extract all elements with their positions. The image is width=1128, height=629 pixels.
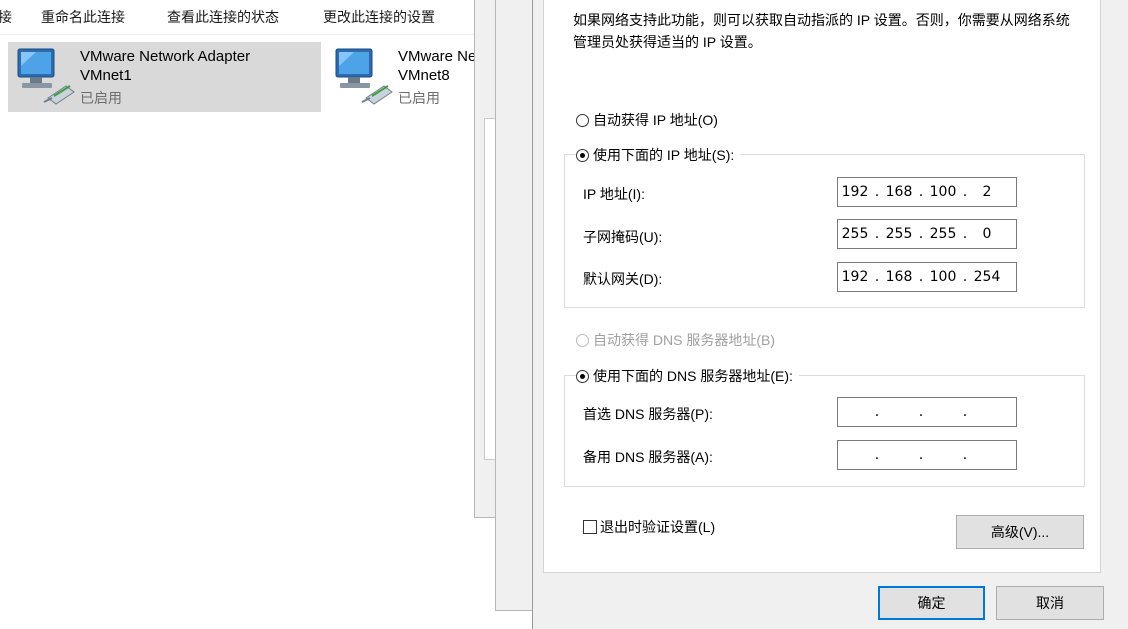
- gateway-label: 默认网关(D):: [583, 271, 663, 287]
- octet-2: 168: [885, 269, 913, 285]
- adapter-name: VMware Ne: [398, 48, 474, 65]
- manual-dns-label: 使用下面的 DNS 服务器地址(E):: [593, 368, 793, 384]
- subnet-mask-input[interactable]: 255. 255. 255. 0: [837, 219, 1017, 249]
- dns-settings-group: [564, 375, 1085, 487]
- adapter-item-vmnet1[interactable]: VMware Network Adapter VMnet1 已启用: [8, 42, 321, 112]
- octet-3: 100: [929, 269, 957, 285]
- adapter-status: 已启用: [80, 90, 122, 106]
- default-gateway-input[interactable]: 192. 168. 100. 254: [837, 262, 1017, 292]
- radio-off-icon: [576, 333, 589, 347]
- octet-4: 2: [982, 184, 992, 200]
- ip-address-label: IP 地址(I):: [583, 186, 645, 202]
- radio-on-icon: [576, 369, 589, 383]
- octet-4: 254: [973, 269, 1001, 285]
- octet-2: 168: [885, 184, 913, 200]
- manual-ip-radio[interactable]: 使用下面的 IP 地址(S):: [576, 145, 741, 165]
- preferred-dns-label: 首选 DNS 服务器(P):: [583, 406, 713, 422]
- checkbox-unchecked-icon: [583, 520, 597, 534]
- preferred-dns-input[interactable]: . . .: [837, 397, 1017, 427]
- auto-dns-label: 自动获得 DNS 服务器地址(B): [593, 332, 775, 348]
- auto-ip-label: 自动获得 IP 地址(O): [593, 112, 718, 128]
- auto-dns-radio[interactable]: 自动获得 DNS 服务器地址(B): [576, 330, 775, 350]
- adapter-status: 已启用: [398, 90, 440, 106]
- rename-connection-button[interactable]: 重命名此连接: [41, 7, 125, 27]
- ip-address-input[interactable]: 192. 168. 100. 2: [837, 177, 1017, 207]
- network-adapter-icon: [335, 48, 393, 105]
- octet-4: 0: [982, 226, 992, 242]
- octet-1: 192: [841, 184, 869, 200]
- subnet-label: 子网掩码(U):: [583, 229, 663, 245]
- change-settings-button[interactable]: 更改此连接的设置: [323, 7, 435, 27]
- radio-off-icon: [576, 113, 589, 127]
- toolbar-item-cut[interactable]: 接: [0, 7, 12, 27]
- octet-3: 100: [929, 184, 957, 200]
- manual-dns-radio[interactable]: 使用下面的 DNS 服务器地址(E):: [576, 366, 799, 386]
- adapter-item-vmnet8[interactable]: VMware Ne VMnet8 已启用: [326, 42, 474, 112]
- cancel-button[interactable]: 取消: [996, 586, 1104, 620]
- octet-1: 255: [841, 226, 869, 242]
- radio-on-icon: [576, 148, 589, 162]
- manual-ip-label: 使用下面的 IP 地址(S):: [593, 147, 735, 163]
- octet-3: 255: [929, 226, 957, 242]
- adapter-network: VMnet8: [398, 67, 450, 84]
- octet-2: 255: [885, 226, 913, 242]
- alternate-dns-label: 备用 DNS 服务器(A):: [583, 449, 713, 465]
- adapter-name: VMware Network Adapter: [80, 48, 251, 65]
- explorer-toolbar: 接 重命名此连接 查看此连接的状态 更改此连接的设置: [0, 0, 480, 35]
- validate-on-exit-checkbox[interactable]: 退出时验证设置(L): [583, 517, 715, 537]
- auto-ip-radio[interactable]: 自动获得 IP 地址(O): [576, 110, 718, 130]
- advanced-button[interactable]: 高级(V)...: [956, 515, 1084, 549]
- octet-1: 192: [841, 269, 869, 285]
- validate-on-exit-label: 退出时验证设置(L): [600, 519, 716, 535]
- description-text: 如果网络支持此功能，则可以获取自动指派的 IP 设置。否则，你需要从网络系统管理…: [573, 12, 1070, 50]
- alternate-dns-input[interactable]: . . .: [837, 440, 1017, 470]
- network-adapter-icon: [17, 48, 75, 105]
- adapter-network: VMnet1: [80, 67, 132, 84]
- general-tab-page: 如果网络支持此功能，则可以获取自动指派的 IP 设置。否则，你需要从网络系统管理…: [543, 0, 1101, 573]
- view-status-button[interactable]: 查看此连接的状态: [167, 7, 279, 27]
- ipv4-properties-dialog: 如果网络支持此功能，则可以获取自动指派的 IP 设置。否则，你需要从网络系统管理…: [532, 0, 1128, 629]
- ok-button[interactable]: 确定: [878, 586, 985, 620]
